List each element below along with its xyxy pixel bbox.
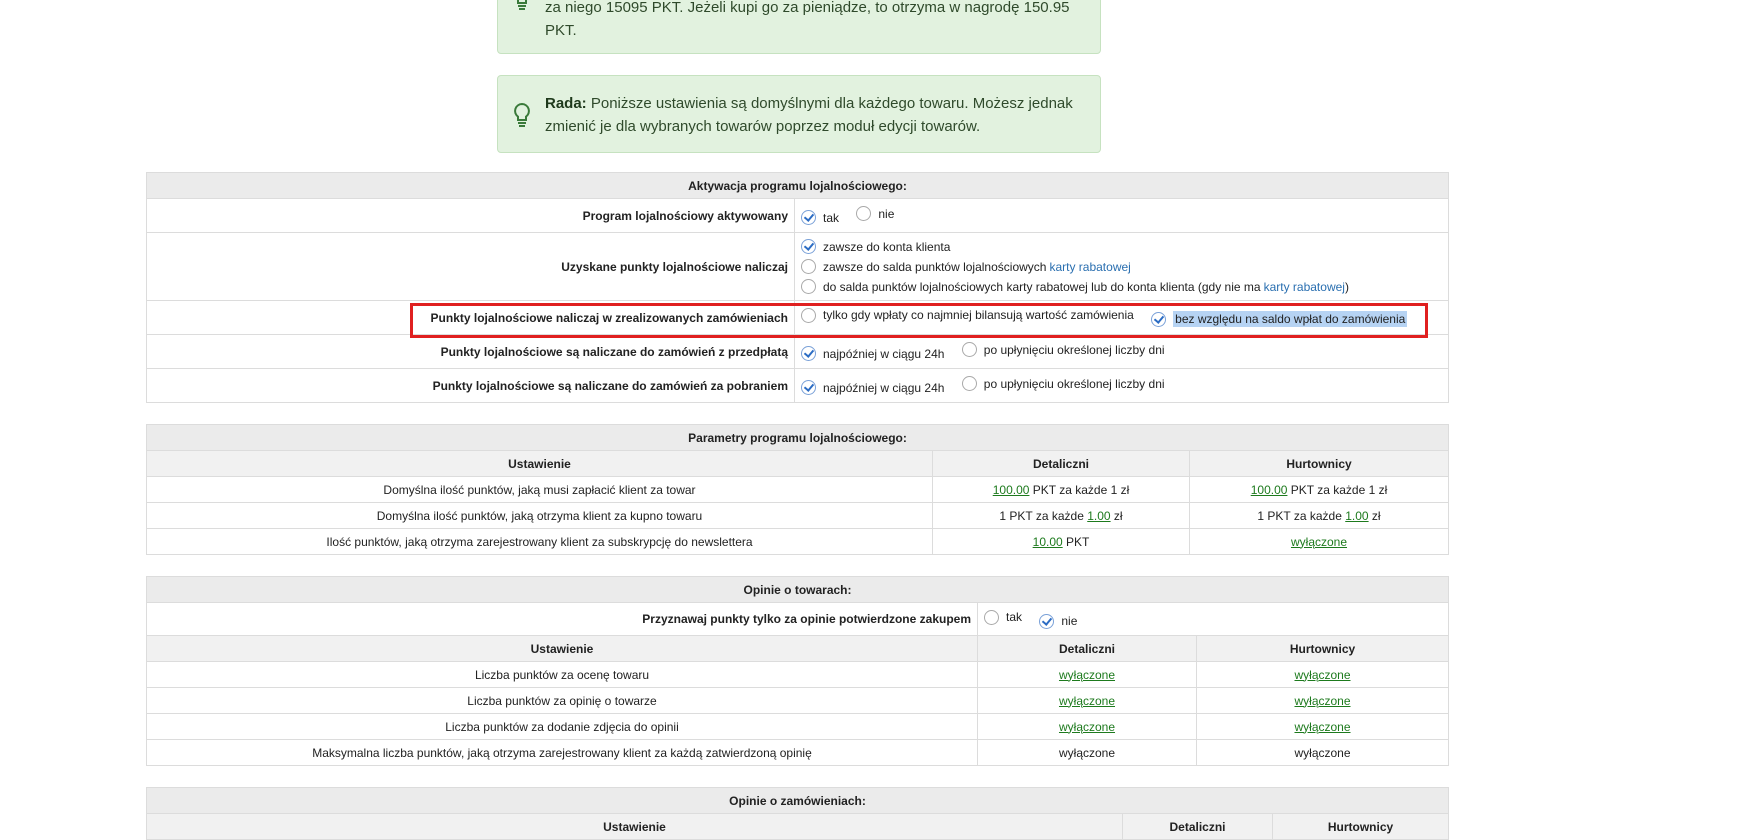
row-label: Punkty lojalnościowe są naliczane do zam…: [146, 368, 795, 403]
radio-button[interactable]: [801, 346, 816, 361]
value-link[interactable]: 100.00: [1251, 483, 1288, 497]
value-text: wyłączone: [1196, 739, 1449, 766]
radio-tak[interactable]: tak: [801, 210, 839, 225]
column-header: Detaliczni: [1122, 813, 1273, 840]
opinions-header: Opinie o towarach:: [146, 576, 1449, 603]
row-label: Punkty lojalnościowe są naliczane do zam…: [146, 334, 795, 369]
radio-nie[interactable]: nie: [856, 206, 894, 221]
lightbulb-icon: [514, 102, 530, 127]
tip-box-points: za niego 15095 PKT. Jeżeli kupi go za pi…: [497, 0, 1101, 54]
radio-button[interactable]: [1039, 613, 1055, 629]
radio-option-account[interactable]: zawsze do konta klienta: [801, 237, 1442, 257]
value-link[interactable]: wyłączone: [1294, 668, 1350, 682]
value-link[interactable]: 1.00: [1345, 509, 1368, 523]
value-text: wyłączone: [977, 739, 1197, 766]
radio-button[interactable]: [801, 239, 816, 254]
discount-card-link[interactable]: karty rabatowej: [1049, 260, 1130, 274]
radio-within-24h[interactable]: najpóźniej w ciągu 24h: [801, 346, 944, 361]
radio-after-days[interactable]: po upłynięciu określonej liczby dni: [961, 376, 1165, 391]
column-header: Hurtownicy: [1272, 813, 1449, 840]
radio-button[interactable]: [984, 609, 999, 625]
value-link[interactable]: wyłączone: [1294, 694, 1350, 708]
radio-tak[interactable]: tak: [984, 609, 1022, 625]
value-link[interactable]: 1.00: [1087, 509, 1110, 523]
activation-table: Aktywacja programu lojalnościowego: Prog…: [146, 172, 1449, 403]
tip-text: Poniższe ustawienia są domyślnymi dla ka…: [545, 95, 1073, 135]
tip-lead: Rada:: [545, 95, 587, 112]
activation-header: Aktywacja programu lojalnościowego:: [146, 172, 1449, 199]
column-header: Ustawienie: [146, 813, 1123, 840]
value-link[interactable]: wyłączone: [1059, 720, 1115, 734]
radio-button[interactable]: [961, 342, 977, 357]
radio-after-days[interactable]: po upłynięciu określonej liczby dni: [961, 342, 1165, 357]
radio-group-cod: najpóźniej w ciągu 24h po upłynięciu okr…: [794, 368, 1449, 403]
value-link[interactable]: wyłączone: [1291, 535, 1347, 549]
table-row: Maksymalna liczba punktów, jaką otrzyma …: [146, 739, 1449, 766]
value-link[interactable]: wyłączone: [1059, 668, 1115, 682]
discount-card-link[interactable]: karty rabatowej: [1264, 280, 1345, 294]
radio-option-card-or-account[interactable]: do salda punktów lojalnościowych karty r…: [801, 277, 1442, 297]
radio-group-active: tak nie: [794, 198, 1449, 233]
table-row: Domyślna ilość punktów, jaką otrzyma kli…: [146, 502, 1449, 529]
radio-group-confirmed: tak nie: [977, 602, 1449, 636]
order-opinions-table: Opinie o zamówieniach: Ustawienie Detali…: [146, 787, 1449, 840]
radio-group-accrual: zawsze do konta klienta zawsze do salda …: [794, 232, 1449, 301]
parameters-table: Parametry programu lojalnościowego: Usta…: [146, 424, 1449, 555]
column-header: Ustawienie: [146, 450, 933, 477]
radio-within-24h[interactable]: najpóźniej w ciągu 24h: [801, 380, 944, 395]
column-header: Detaliczni: [977, 635, 1197, 662]
table-row: Liczba punktów za dodanie zdjęcia do opi…: [146, 713, 1449, 740]
radio-button[interactable]: [961, 376, 977, 391]
value-link[interactable]: 100.00: [993, 483, 1030, 497]
row-label: Przyznawaj punkty tylko za opinie potwie…: [146, 602, 978, 636]
value-link[interactable]: wyłączone: [1059, 694, 1115, 708]
parameters-header: Parametry programu lojalnościowego:: [146, 424, 1449, 451]
radio-nie[interactable]: nie: [1039, 613, 1077, 629]
table-row: Domyślna ilość punktów, jaką musi zapłac…: [146, 476, 1449, 503]
radio-button[interactable]: [801, 259, 816, 274]
table-row: Liczba punktów za ocenę towaru wyłączone…: [146, 661, 1449, 688]
radio-button[interactable]: [856, 206, 872, 221]
column-header: Ustawienie: [146, 635, 978, 662]
tip-box-advice: Rada: Poniższe ustawienia są domyślnymi …: [497, 75, 1101, 153]
table-row: Liczba punktów za opinię o towarze wyłąc…: [146, 687, 1449, 714]
column-header: Hurtownicy: [1196, 635, 1449, 662]
order-opinions-header: Opinie o zamówieniach:: [146, 787, 1449, 814]
value-link[interactable]: wyłączone: [1294, 720, 1350, 734]
highlight-box: [410, 303, 1428, 338]
row-label: Program lojalnościowy aktywowany: [146, 198, 795, 233]
radio-option-card[interactable]: zawsze do salda punktów lojalnościowych …: [801, 257, 1442, 277]
radio-button[interactable]: [801, 380, 816, 395]
column-header: Hurtownicy: [1189, 450, 1449, 477]
table-row: Ilość punktów, jaką otrzyma zarejestrowa…: [146, 528, 1449, 555]
tip-text: za niego 15095 PKT. Jeżeli kupi go za pi…: [545, 0, 1070, 39]
radio-group-prepaid: najpóźniej w ciągu 24h po upłynięciu okr…: [794, 334, 1449, 369]
row-label: Uzyskane punkty lojalnościowe naliczaj: [146, 232, 795, 301]
radio-button[interactable]: [801, 210, 816, 225]
radio-button[interactable]: [801, 279, 816, 294]
value-link[interactable]: 10.00: [1033, 535, 1063, 549]
lightbulb-icon: [516, 0, 528, 10]
product-opinions-table: Opinie o towarach: Przyznawaj punkty tyl…: [146, 576, 1449, 766]
column-header: Detaliczni: [932, 450, 1190, 477]
